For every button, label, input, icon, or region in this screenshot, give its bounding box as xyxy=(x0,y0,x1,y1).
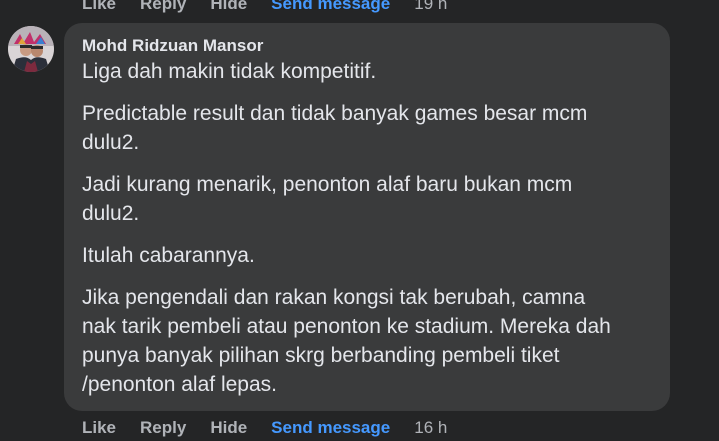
reply-button[interactable]: Reply xyxy=(140,0,186,14)
like-button[interactable]: Like xyxy=(82,418,116,438)
comment-paragraph: Jika pengendali dan rakan kongsi tak ber… xyxy=(82,286,611,396)
comment-author-name[interactable]: Mohd Ridzuan Mansor xyxy=(82,36,652,56)
comment-paragraph: Predictable result dan tidak banyak game… xyxy=(82,102,588,154)
avatar[interactable] xyxy=(8,26,54,72)
comment-actions: Like Reply Hide Send message 16 h xyxy=(82,418,447,438)
send-message-button[interactable]: Send message xyxy=(271,0,390,14)
comment-timestamp[interactable]: 16 h xyxy=(414,418,447,438)
comment-paragraph: Itulah cabarannya. xyxy=(82,244,255,267)
send-message-button[interactable]: Send message xyxy=(271,418,390,438)
hide-button[interactable]: Hide xyxy=(210,0,247,14)
comment-paragraph: Jadi kurang menarik, penonton alaf baru … xyxy=(82,173,573,225)
comment-timestamp[interactable]: 19 h xyxy=(414,0,447,14)
like-button[interactable]: Like xyxy=(82,0,116,14)
comment-paragraph: Liga dah makin tidak kompetitif. xyxy=(82,60,377,83)
previous-comment-actions: Like Reply Hide Send message 19 h xyxy=(82,0,447,14)
comment-thread: Like Reply Hide Send message 19 h Mohd R… xyxy=(0,0,719,441)
hide-button[interactable]: Hide xyxy=(210,418,247,438)
comment-bubble: Mohd Ridzuan Mansor Liga dah makin tidak… xyxy=(64,23,670,411)
avatar-image xyxy=(8,26,54,72)
reply-button[interactable]: Reply xyxy=(140,418,186,438)
